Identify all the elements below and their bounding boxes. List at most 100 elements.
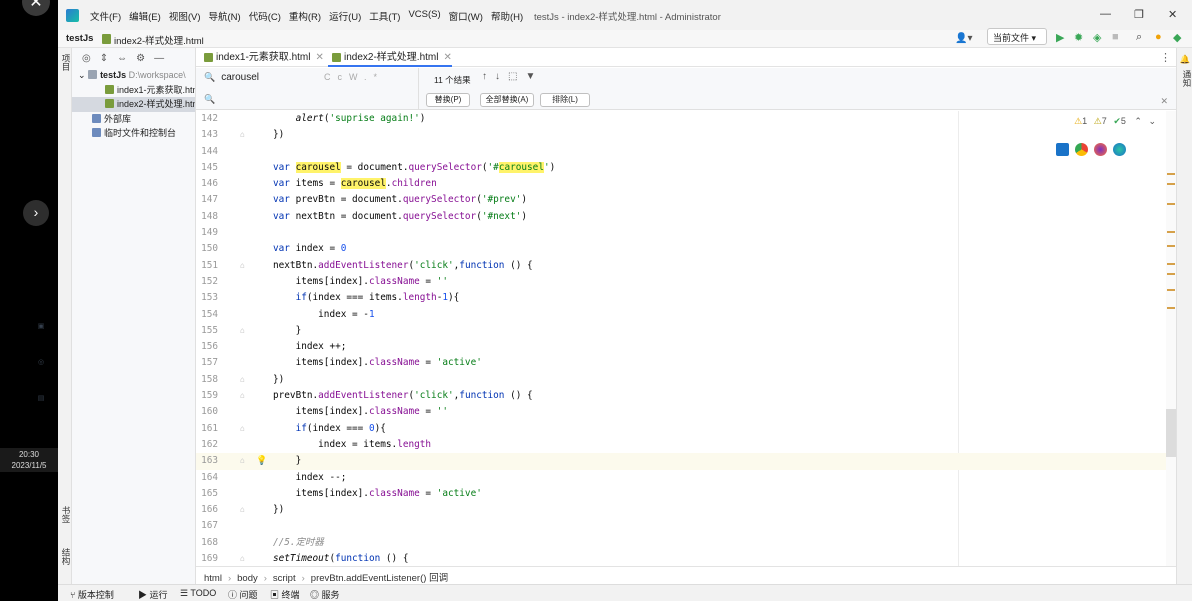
- code-line[interactable]: 161 ⌂ if(index === 0){: [196, 421, 1176, 437]
- close-icon[interactable]: ✕: [443, 52, 451, 63]
- chrome-icon[interactable]: [1075, 143, 1088, 156]
- overlay-close-button[interactable]: ✕: [22, 0, 50, 16]
- replace-all-button[interactable]: 全部替换(A): [480, 93, 534, 107]
- structure-tool-button[interactable]: 结构: [60, 548, 72, 565]
- chevron-down-icon[interactable]: ⌄: [1148, 116, 1156, 126]
- code-line[interactable]: 162 index = items.length: [196, 437, 1176, 453]
- select-all-occurrences-icon[interactable]: ⬚: [508, 71, 525, 82]
- more-tabs-icon[interactable]: ⋮: [1160, 51, 1171, 64]
- run-icon[interactable]: ▶: [1056, 31, 1064, 44]
- tree-item-external-libs[interactable]: 外部库: [72, 112, 195, 127]
- menu-item[interactable]: 导航(N): [208, 9, 240, 23]
- breadcrumb-item[interactable]: body: [237, 573, 258, 584]
- maximize-button[interactable]: ❐: [1134, 8, 1144, 21]
- tree-item-scratches[interactable]: 临时文件和控制台: [72, 126, 195, 141]
- menu-item[interactable]: VCS(S): [408, 9, 440, 23]
- match-case-toggle[interactable]: Cc: [324, 72, 349, 82]
- code-line[interactable]: 148 var nextBtn = document.querySelector(…: [196, 209, 1176, 225]
- code-line[interactable]: 143 ⌂}): [196, 127, 1176, 143]
- code-line[interactable]: 144: [196, 144, 1176, 160]
- previous-occurrence-icon[interactable]: ↑: [482, 71, 495, 82]
- code-line[interactable]: 142 alert('suprise again!'): [196, 111, 1176, 127]
- whole-word-toggle[interactable]: W: [349, 72, 364, 82]
- fold-marker-icon[interactable]: ⌂: [240, 453, 245, 469]
- firefox-icon[interactable]: [1094, 143, 1107, 156]
- menu-item[interactable]: 视图(V): [169, 9, 201, 23]
- code-line[interactable]: 155 ⌂ }: [196, 323, 1176, 339]
- replace-input[interactable]: 🔍: [204, 94, 221, 105]
- code-line[interactable]: 165 items[index].className = 'active': [196, 486, 1176, 502]
- code-line[interactable]: 157 items[index].className = 'active': [196, 355, 1176, 371]
- menu-item[interactable]: 编辑(E): [129, 9, 161, 23]
- code-line[interactable]: 152 items[index].className = '': [196, 274, 1176, 290]
- intention-bulb-icon[interactable]: 💡: [256, 453, 267, 469]
- fold-marker-icon[interactable]: ⌂: [240, 551, 245, 566]
- collapse-all-icon[interactable]: ⇔: [117, 53, 127, 64]
- tree-item-index1[interactable]: index1-元素获取.html: [72, 83, 195, 98]
- menu-item[interactable]: 帮助(H): [491, 9, 523, 23]
- gear-icon[interactable]: ⚙: [136, 53, 145, 64]
- expand-all-icon[interactable]: ⇕: [100, 53, 108, 64]
- code-line[interactable]: 163 ⌂ 💡 }: [196, 453, 1176, 470]
- tab-index2[interactable]: index2-样式处理.html ✕: [328, 48, 452, 67]
- exclude-button[interactable]: 排除(L): [540, 93, 590, 107]
- scrollbar-thumb[interactable]: [1166, 409, 1176, 457]
- run-config-dropdown[interactable]: 当前文件 ▾: [987, 28, 1047, 45]
- status-tool-button[interactable]: ☰ TODO: [180, 588, 216, 599]
- menu-item[interactable]: 文件(F): [90, 9, 121, 23]
- window-close-button[interactable]: ✕: [1168, 8, 1177, 21]
- plugin-icon[interactable]: ◆: [1173, 31, 1181, 44]
- fold-marker-icon[interactable]: ⌂: [240, 372, 245, 388]
- status-tool-button[interactable]: ▣ 终端: [270, 588, 300, 601]
- code-line[interactable]: 145 var carousel = document.querySelector…: [196, 160, 1176, 176]
- menu-item[interactable]: 重构(R): [289, 9, 321, 23]
- breadcrumb-file[interactable]: index2-样式处理.html: [114, 33, 204, 47]
- breadcrumb-item[interactable]: prevBtn.addEventListener() 回调: [311, 573, 448, 584]
- fold-marker-icon[interactable]: ⌂: [240, 421, 245, 437]
- menu-item[interactable]: 窗口(W): [449, 9, 483, 23]
- filter-icon[interactable]: ▼: [525, 71, 543, 82]
- next-occurrence-icon[interactable]: ↓: [495, 71, 508, 82]
- notifications-tool-button[interactable]: 🔔: [1181, 54, 1191, 64]
- breadcrumb-project[interactable]: testJs: [66, 33, 93, 44]
- code-line[interactable]: 159 ⌂ prevBtn.addEventListener('click',fun…: [196, 388, 1176, 404]
- overlay-next-button[interactable]: ›: [23, 200, 49, 226]
- stop-icon[interactable]: ■: [1112, 31, 1119, 43]
- project-tool-button[interactable]: 项目: [60, 54, 72, 71]
- update-icon[interactable]: ●: [1155, 31, 1162, 43]
- code-line[interactable]: 167: [196, 518, 1176, 534]
- code-line[interactable]: 147 var prevBtn = document.querySelector(…: [196, 192, 1176, 208]
- close-icon[interactable]: ✕: [315, 52, 323, 63]
- editor-scrollbar[interactable]: [1166, 111, 1176, 566]
- select-opened-file-icon[interactable]: ◎: [82, 53, 91, 64]
- regex-toggle[interactable]: .*: [364, 72, 384, 82]
- fold-marker-icon[interactable]: ⌂: [240, 502, 245, 518]
- status-tool-button[interactable]: ◎ 服务: [310, 588, 340, 601]
- code-line[interactable]: 154 index = -1: [196, 307, 1176, 323]
- tree-root[interactable]: ⌄ testJs D:\workspace\: [72, 68, 195, 83]
- minimize-button[interactable]: —: [1100, 8, 1111, 20]
- code-line[interactable]: 156 index ++;: [196, 339, 1176, 355]
- debug-icon[interactable]: ✹: [1074, 31, 1083, 44]
- replace-button[interactable]: 替换(P): [426, 93, 470, 107]
- code-line[interactable]: 149: [196, 225, 1176, 241]
- search-everywhere-icon[interactable]: ⌕: [1136, 31, 1142, 44]
- find-input[interactable]: 🔍 carousel: [204, 72, 259, 83]
- menu-item[interactable]: 代码(C): [249, 9, 281, 23]
- code-editor[interactable]: 142 alert('suprise again!') 143 ⌂}) 144 145 v…: [196, 111, 1176, 566]
- code-line[interactable]: 150 var index = 0: [196, 241, 1176, 257]
- fold-marker-icon[interactable]: ⌂: [240, 258, 245, 274]
- code-line[interactable]: 169 ⌂ setTimeout(function () {: [196, 551, 1176, 566]
- menu-item[interactable]: 工具(T): [369, 9, 400, 23]
- close-icon[interactable]: ✕: [1160, 96, 1168, 107]
- breadcrumb-item[interactable]: html: [204, 573, 222, 584]
- fold-marker-icon[interactable]: ⌂: [240, 323, 245, 339]
- status-tool-button[interactable]: ⓘ 问题: [228, 588, 258, 601]
- code-line[interactable]: 153 if(index === items.length-1){: [196, 290, 1176, 306]
- user-icon[interactable]: 👤▾: [955, 33, 972, 44]
- notifications-label[interactable]: 通知: [1181, 70, 1192, 87]
- bookmarks-tool-button[interactable]: 书签: [60, 506, 72, 523]
- tree-item-index2[interactable]: index2-样式处理.html: [72, 97, 195, 112]
- code-line[interactable]: 166 ⌂}): [196, 502, 1176, 518]
- code-line[interactable]: 160 items[index].className = '': [196, 404, 1176, 420]
